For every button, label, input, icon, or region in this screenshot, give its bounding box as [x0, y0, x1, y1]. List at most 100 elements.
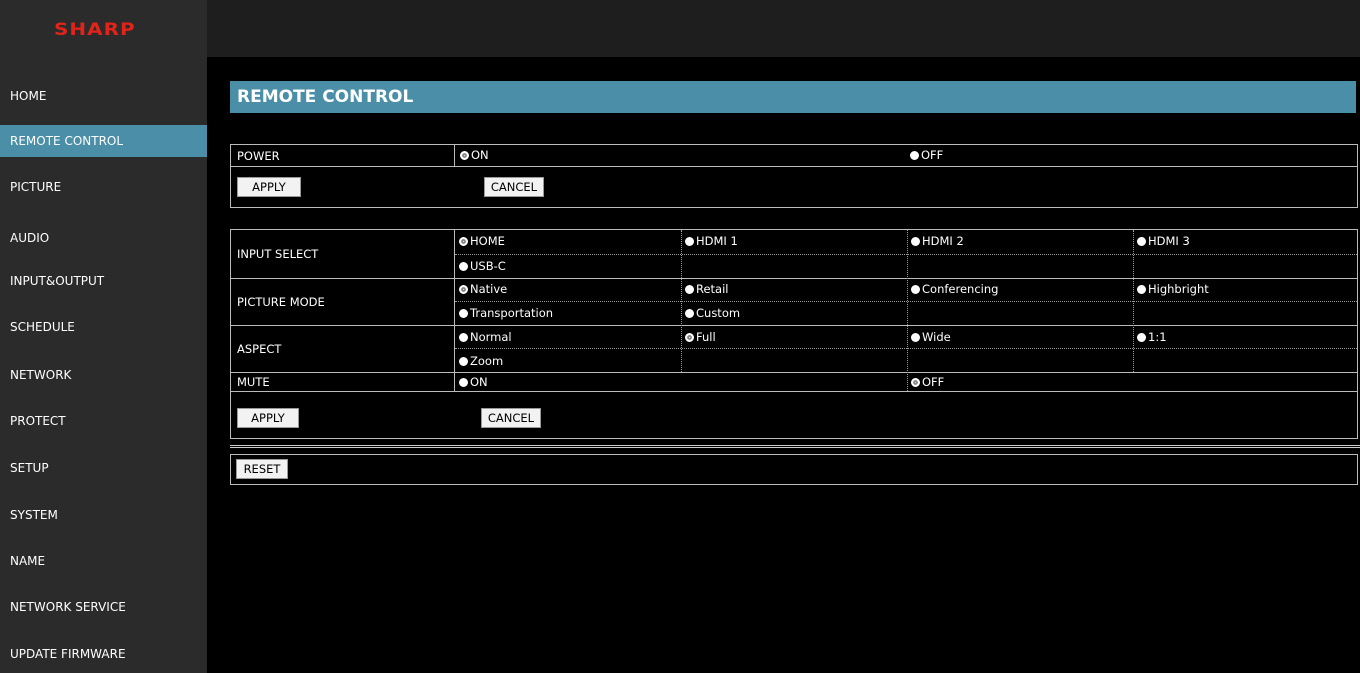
option-label: HDMI 2	[922, 234, 964, 248]
option-label: HDMI 1	[696, 234, 738, 248]
divider	[1133, 230, 1134, 372]
divider	[455, 301, 1357, 302]
aspect-full-radio[interactable]: Full	[685, 328, 716, 346]
nav-update-firmware[interactable]: UPDATE FIRMWARE	[0, 638, 207, 670]
divider	[681, 230, 682, 372]
radio-icon	[911, 332, 920, 342]
power-cancel-button[interactable]: CANCEL	[484, 177, 544, 197]
option-label: Normal	[470, 330, 512, 344]
page-title: REMOTE CONTROL	[230, 81, 1356, 113]
input-hdmi2-radio[interactable]: HDMI 2	[911, 232, 964, 250]
sidebar: SHARP HOME REMOTE CONTROL PICTURE AUDIO …	[0, 0, 207, 673]
radio-icon	[459, 356, 468, 366]
nav-protect[interactable]: PROTECT	[0, 405, 207, 437]
nav-remote-control[interactable]: REMOTE CONTROL	[0, 125, 207, 157]
nav-input-output[interactable]: INPUT&OUTPUT	[0, 265, 207, 297]
radio-icon	[685, 308, 694, 318]
nav-picture[interactable]: PICTURE	[0, 171, 207, 203]
power-off-radio[interactable]: OFF	[910, 146, 943, 164]
option-label: HOME	[470, 234, 505, 248]
nav-network-service[interactable]: NETWORK SERVICE	[0, 591, 207, 623]
power-on-radio[interactable]: ON	[460, 146, 489, 164]
option-label: Retail	[696, 282, 729, 296]
divider	[907, 230, 908, 391]
separator	[230, 445, 1360, 448]
settings-apply-button[interactable]: APPLY	[237, 408, 299, 428]
radio-icon	[459, 308, 468, 318]
divider	[231, 166, 1357, 167]
option-label: Zoom	[470, 354, 504, 368]
picture-native-radio[interactable]: Native	[459, 280, 507, 298]
picture-custom-radio[interactable]: Custom	[685, 304, 740, 322]
nav-home[interactable]: HOME	[0, 80, 207, 112]
radio-icon	[685, 284, 694, 294]
option-label: USB-C	[470, 259, 506, 273]
logo-area: SHARP	[0, 0, 207, 57]
radio-icon	[459, 284, 468, 294]
power-apply-button[interactable]: APPLY	[237, 177, 301, 197]
radio-icon	[1137, 236, 1146, 246]
aspect-wide-radio[interactable]: Wide	[911, 328, 951, 346]
nav-audio[interactable]: AUDIO	[0, 222, 207, 254]
option-label: ON	[470, 375, 488, 389]
mute-off-radio[interactable]: OFF	[911, 373, 944, 391]
nav-name[interactable]: NAME	[0, 545, 207, 577]
aspect-1-1-radio[interactable]: 1:1	[1137, 328, 1167, 346]
input-hdmi1-radio[interactable]: HDMI 1	[685, 232, 738, 250]
sharp-logo: SHARP	[54, 18, 136, 39]
radio-icon	[459, 261, 468, 271]
picture-transportation-radio[interactable]: Transportation	[459, 304, 553, 322]
divider	[231, 372, 1357, 373]
power-panel: POWER ON OFF APPLY CANCEL	[230, 144, 1358, 208]
option-label: OFF	[922, 375, 945, 389]
divider	[231, 278, 1357, 279]
option-label: 1:1	[1148, 330, 1167, 344]
radio-icon	[685, 236, 694, 246]
nav-setup[interactable]: SETUP	[0, 452, 207, 484]
radio-icon	[459, 377, 468, 387]
picture-retail-radio[interactable]: Retail	[685, 280, 729, 298]
settings-cancel-button[interactable]: CANCEL	[481, 408, 541, 428]
option-label: Conferencing	[922, 282, 999, 296]
radio-icon	[460, 150, 469, 160]
power-label: POWER	[231, 145, 455, 166]
option-label: Custom	[696, 306, 741, 320]
input-home-radio[interactable]: HOME	[459, 232, 505, 250]
radio-icon	[1137, 332, 1146, 342]
aspect-zoom-radio[interactable]: Zoom	[459, 352, 503, 370]
nav-system[interactable]: SYSTEM	[0, 499, 207, 531]
radio-icon	[911, 236, 920, 246]
nav-schedule[interactable]: SCHEDULE	[0, 311, 207, 343]
top-bar	[207, 0, 1360, 57]
mute-label: MUTE	[231, 372, 455, 391]
divider	[455, 254, 1357, 255]
radio-icon	[1137, 284, 1146, 294]
radio-icon	[911, 284, 920, 294]
radio-icon	[910, 150, 919, 160]
input-usbc-radio[interactable]: USB-C	[459, 257, 506, 275]
divider	[455, 348, 1357, 349]
radio-icon	[459, 236, 468, 246]
option-label: OFF	[921, 148, 944, 162]
reset-button[interactable]: RESET	[236, 459, 288, 479]
nav-network[interactable]: NETWORK	[0, 359, 207, 391]
option-label: ON	[471, 148, 489, 162]
mute-on-radio[interactable]: ON	[459, 373, 488, 391]
radio-icon	[459, 332, 468, 342]
divider	[231, 391, 1357, 392]
option-label: Full	[696, 330, 716, 344]
radio-icon	[685, 332, 694, 342]
picture-conferencing-radio[interactable]: Conferencing	[911, 280, 998, 298]
radio-icon	[911, 377, 920, 387]
divider	[231, 325, 1357, 326]
input-select-label: INPUT SELECT	[231, 230, 455, 278]
picture-highbright-radio[interactable]: Highbright	[1137, 280, 1209, 298]
reset-panel: RESET	[230, 454, 1358, 485]
aspect-label: ASPECT	[231, 325, 455, 372]
option-label: Wide	[922, 330, 951, 344]
input-hdmi3-radio[interactable]: HDMI 3	[1137, 232, 1190, 250]
option-label: Transportation	[470, 306, 554, 320]
option-label: Native	[470, 282, 508, 296]
aspect-normal-radio[interactable]: Normal	[459, 328, 512, 346]
option-label: HDMI 3	[1148, 234, 1190, 248]
